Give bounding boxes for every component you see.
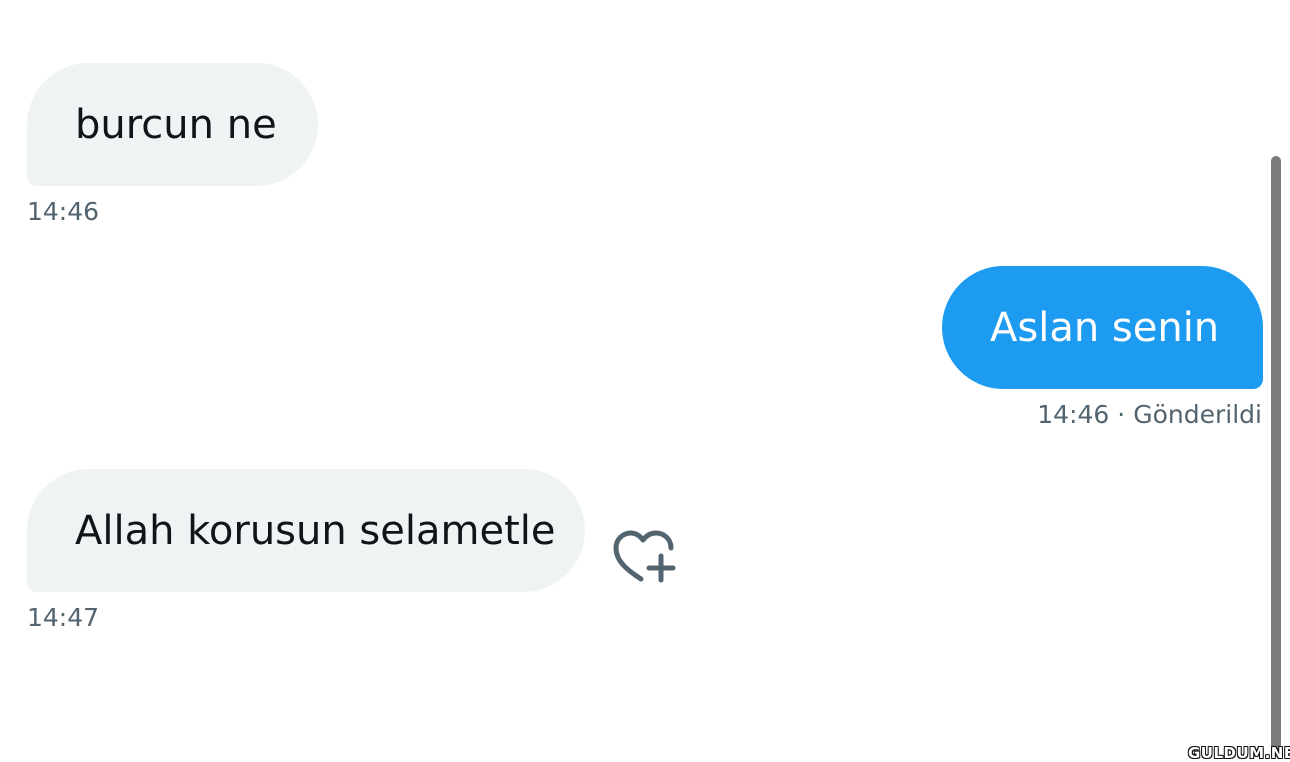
watermark-logo: GULDUM.NET <box>1188 744 1290 762</box>
message-status: Gönderildi <box>1133 400 1262 429</box>
message-bubble-incoming[interactable]: burcun ne <box>27 63 318 186</box>
message-text: Allah korusun selametle <box>75 507 556 554</box>
message-text: Aslan senin <box>990 304 1220 351</box>
message-timestamp: 14:47 <box>27 603 100 632</box>
message-text: burcun ne <box>75 101 277 148</box>
add-reaction-button[interactable] <box>612 528 678 586</box>
meta-separator: · <box>1117 400 1126 429</box>
scrollbar[interactable] <box>1271 156 1281 754</box>
message-bubble-incoming[interactable]: Allah korusun selametle <box>27 469 585 592</box>
message-timestamp: 14:46 <box>1037 400 1110 429</box>
message-timestamp: 14:46 <box>27 197 100 226</box>
message-meta: 14:46 · Gönderildi <box>1037 402 1262 427</box>
heart-plus-icon <box>613 530 676 583</box>
conversation-view: burcun ne 14:46 Aslan senin 14:46 · Gönd… <box>0 0 1290 762</box>
message-bubble-outgoing[interactable]: Aslan senin <box>942 266 1263 389</box>
